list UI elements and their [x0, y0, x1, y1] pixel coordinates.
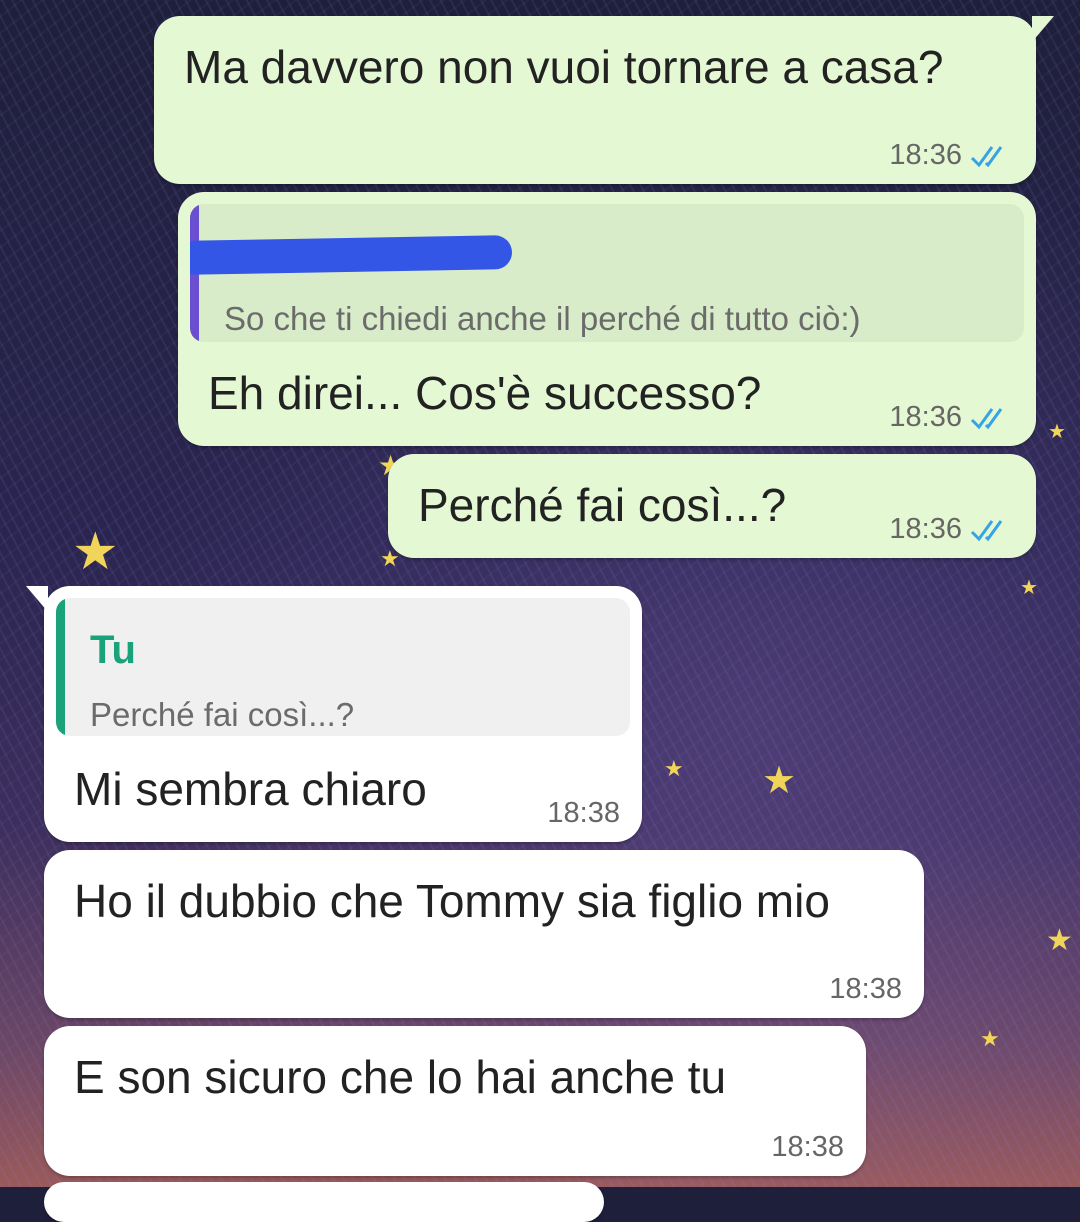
star-icon: ★ [1048, 421, 1066, 443]
read-icon [970, 145, 1003, 167]
read-icon [970, 519, 1003, 541]
quote-bar [56, 598, 65, 736]
quoted-message[interactable]: Tu Perché fai così...? [56, 598, 630, 736]
message-meta: 18:36 [889, 139, 1010, 172]
star-icon: ★ [72, 523, 119, 581]
quoted-author: Tu [90, 628, 136, 672]
message-time: 18:36 [889, 139, 962, 171]
quoted-message[interactable]: So che ti chiedi anche il perché di tutt… [190, 204, 1024, 342]
message-text: Ma davvero non vuoi tornare a casa? [184, 41, 944, 93]
message-bubble[interactable]: Perché fai così...? 18:36 [388, 454, 1036, 558]
message-text: Mi sembra chiaro [74, 763, 427, 815]
message-time: 18:38 [829, 973, 902, 1005]
star-icon: ★ [1046, 924, 1073, 957]
quoted-text: Perché fai così...? [90, 696, 355, 733]
message-text: Perché fai così...? [418, 479, 787, 531]
redacted-author [190, 235, 513, 275]
message-bubble[interactable]: E son sicuro che lo hai anche tu 18:38 [44, 1026, 866, 1176]
star-icon: ★ [664, 756, 684, 781]
message-bubble[interactable]: Tu Perché fai così...? Mi sembra chiaro … [26, 586, 642, 842]
star-icon: ★ [980, 1026, 1000, 1051]
message-time: 18:36 [889, 401, 962, 433]
message-time: 18:38 [547, 797, 620, 829]
message-meta: 18:38 [547, 797, 620, 830]
message-bubble[interactable]: Ma davvero non vuoi tornare a casa? 18:3… [154, 16, 1054, 184]
message-meta: 18:38 [829, 973, 902, 1006]
quoted-text: So che ti chiedi anche il perché di tutt… [224, 300, 861, 337]
star-icon: ★ [762, 760, 797, 802]
message-bubble[interactable] [44, 1182, 604, 1222]
read-icon [970, 407, 1003, 429]
message-time: 18:36 [889, 513, 962, 545]
star-icon: ★ [1020, 577, 1038, 599]
message-bubble[interactable]: So che ti chiedi anche il perché di tutt… [178, 192, 1036, 446]
message-meta: 18:38 [771, 1131, 844, 1164]
message-meta: 18:36 [889, 513, 1010, 546]
message-bubble[interactable]: Ho il dubbio che Tommy sia figlio mio 18… [44, 850, 924, 1018]
message-text: Ho il dubbio che Tommy sia figlio mio [74, 875, 830, 927]
message-text: Eh direi... Cos'è successo? [208, 367, 762, 419]
message-meta: 18:36 [889, 401, 1010, 434]
message-time: 18:38 [771, 1131, 844, 1163]
message-text: E son sicuro che lo hai anche tu [74, 1051, 727, 1103]
